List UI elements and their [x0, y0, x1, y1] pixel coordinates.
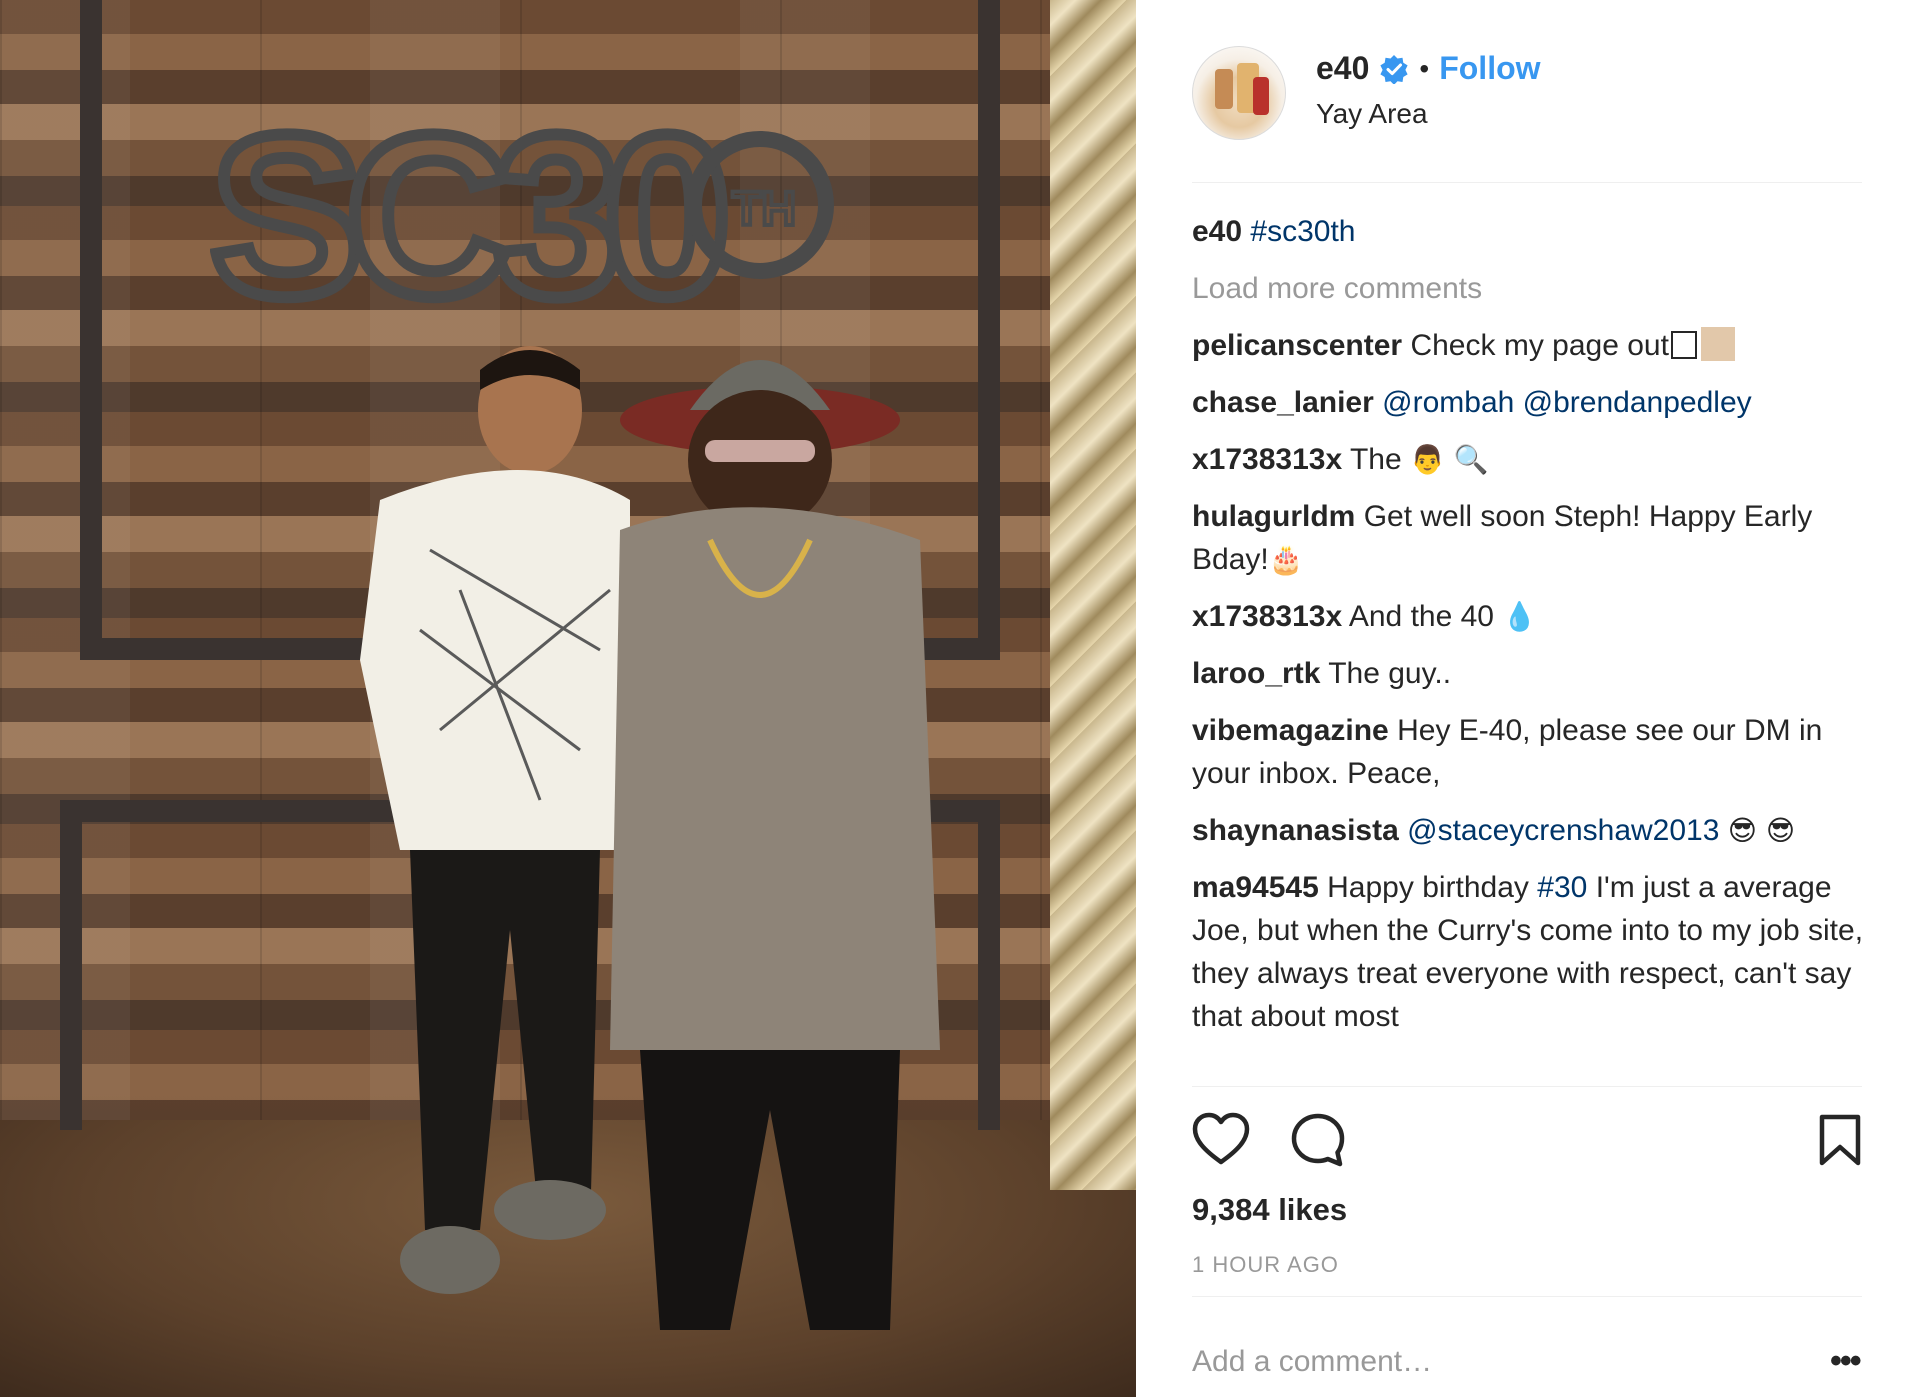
comment-username[interactable]: pelicanscenter [1192, 329, 1402, 362]
follow-button[interactable]: Follow [1439, 50, 1540, 87]
comment-bubble-icon[interactable] [1290, 1112, 1346, 1168]
comment-hashtag[interactable]: #30 [1537, 871, 1587, 904]
divider [1192, 1086, 1862, 1087]
missing-glyph-icon [1670, 331, 1697, 359]
comment-item: vibemagazine Hey E-40, please see our DM… [1192, 709, 1882, 795]
avatar-bottle-1 [1215, 69, 1233, 109]
comment-username[interactable]: chase_lanier [1192, 386, 1374, 419]
add-comment-input[interactable] [1192, 1340, 1752, 1384]
sc30th-wall-logo: SC30 TH [210, 95, 834, 325]
avatar[interactable] [1192, 46, 1286, 140]
comment-item: pelicanscenter Check my page out [1192, 324, 1882, 367]
username-row: e40 • Follow [1316, 50, 1541, 87]
comment-item: shaynanasista @staceycrenshaw2013 😎 😎 [1192, 809, 1882, 852]
comment-emojis: 👨 🔍 [1410, 443, 1489, 476]
avatar-bottle-3 [1253, 77, 1269, 115]
bookmark-icon[interactable] [1818, 1114, 1862, 1166]
comment-text: Check my page out [1410, 329, 1669, 362]
header-separator: • [1419, 52, 1430, 84]
caption-username[interactable]: e40 [1192, 215, 1242, 248]
divider [1192, 1296, 1862, 1297]
comment-mention[interactable]: @brendanpedley [1523, 386, 1752, 419]
comment-item: ma94545 Happy birthday #30 I'm just a av… [1192, 866, 1882, 1038]
comment-mention[interactable]: @staceycrenshaw2013 [1407, 814, 1719, 847]
comment-username[interactable]: shaynanasista [1192, 814, 1399, 847]
action-bar [1192, 1112, 1862, 1168]
comments-list: e40 #sc30th Load more comments pelicansc… [1192, 210, 1882, 1090]
comment-username[interactable]: ma94545 [1192, 871, 1319, 904]
caption: e40 #sc30th [1192, 210, 1882, 253]
skin-tone-swatch-icon [1700, 327, 1735, 361]
wall-logo-sup: TH [732, 183, 796, 236]
heart-icon[interactable] [1192, 1112, 1250, 1166]
comment-username[interactable]: laroo_rtk [1192, 657, 1320, 690]
comment-text: The guy.. [1328, 657, 1452, 690]
comment-item: x1738313x And the 40 💧 [1192, 595, 1882, 638]
post-location[interactable]: Yay Area [1316, 98, 1428, 130]
person-white-shirt [360, 346, 630, 1294]
caption-hashtag[interactable]: #sc30th [1250, 215, 1355, 248]
comment-username[interactable]: x1738313x [1192, 600, 1342, 633]
comment-username[interactable]: hulagurldm [1192, 500, 1355, 533]
comment-mention[interactable]: @rombah [1382, 386, 1514, 419]
comment-item: hulagurldm Get well soon Steph! Happy Ea… [1192, 495, 1882, 581]
post-timestamp[interactable]: 1 HOUR AGO [1192, 1252, 1339, 1278]
more-options-button[interactable]: ••• [1830, 1342, 1862, 1381]
comment-item: chase_lanier @rombah @brendanpedley [1192, 381, 1882, 424]
comment-emojis: 😎 😎 [1727, 814, 1796, 847]
gold-geometric-wall [1050, 0, 1136, 1190]
instagram-post: SC30 TH e40 • Follow Yay Area e40 #sc30t… [0, 0, 1920, 1397]
wall-logo-text: SC30 [210, 95, 722, 325]
post-side-panel: e40 • Follow Yay Area e40 #sc30th Load m… [1136, 0, 1920, 1397]
comment-emojis: 💧 [1502, 600, 1538, 633]
likes-count[interactable]: 9,384 likes [1192, 1192, 1347, 1228]
person-hat-gray-shirt [610, 360, 940, 1330]
verified-badge-icon [1380, 54, 1408, 84]
comment-item: laroo_rtk The guy.. [1192, 652, 1882, 695]
comment-item: x1738313x The 👨 🔍 [1192, 438, 1882, 481]
load-more-comments-button[interactable]: Load more comments [1192, 267, 1882, 310]
comment-username[interactable]: x1738313x [1192, 443, 1342, 476]
comment-text: Happy birthday [1327, 871, 1529, 904]
comment-text: The [1349, 443, 1402, 476]
comment-username[interactable]: vibemagazine [1192, 714, 1389, 747]
comment-emojis: 🎂 [1268, 543, 1304, 576]
post-header: e40 • Follow Yay Area [1192, 42, 1862, 142]
post-username[interactable]: e40 [1316, 50, 1369, 87]
divider [1192, 182, 1862, 183]
comment-text: And the 40 [1348, 600, 1494, 633]
post-photo[interactable]: SC30 TH [0, 0, 1136, 1397]
